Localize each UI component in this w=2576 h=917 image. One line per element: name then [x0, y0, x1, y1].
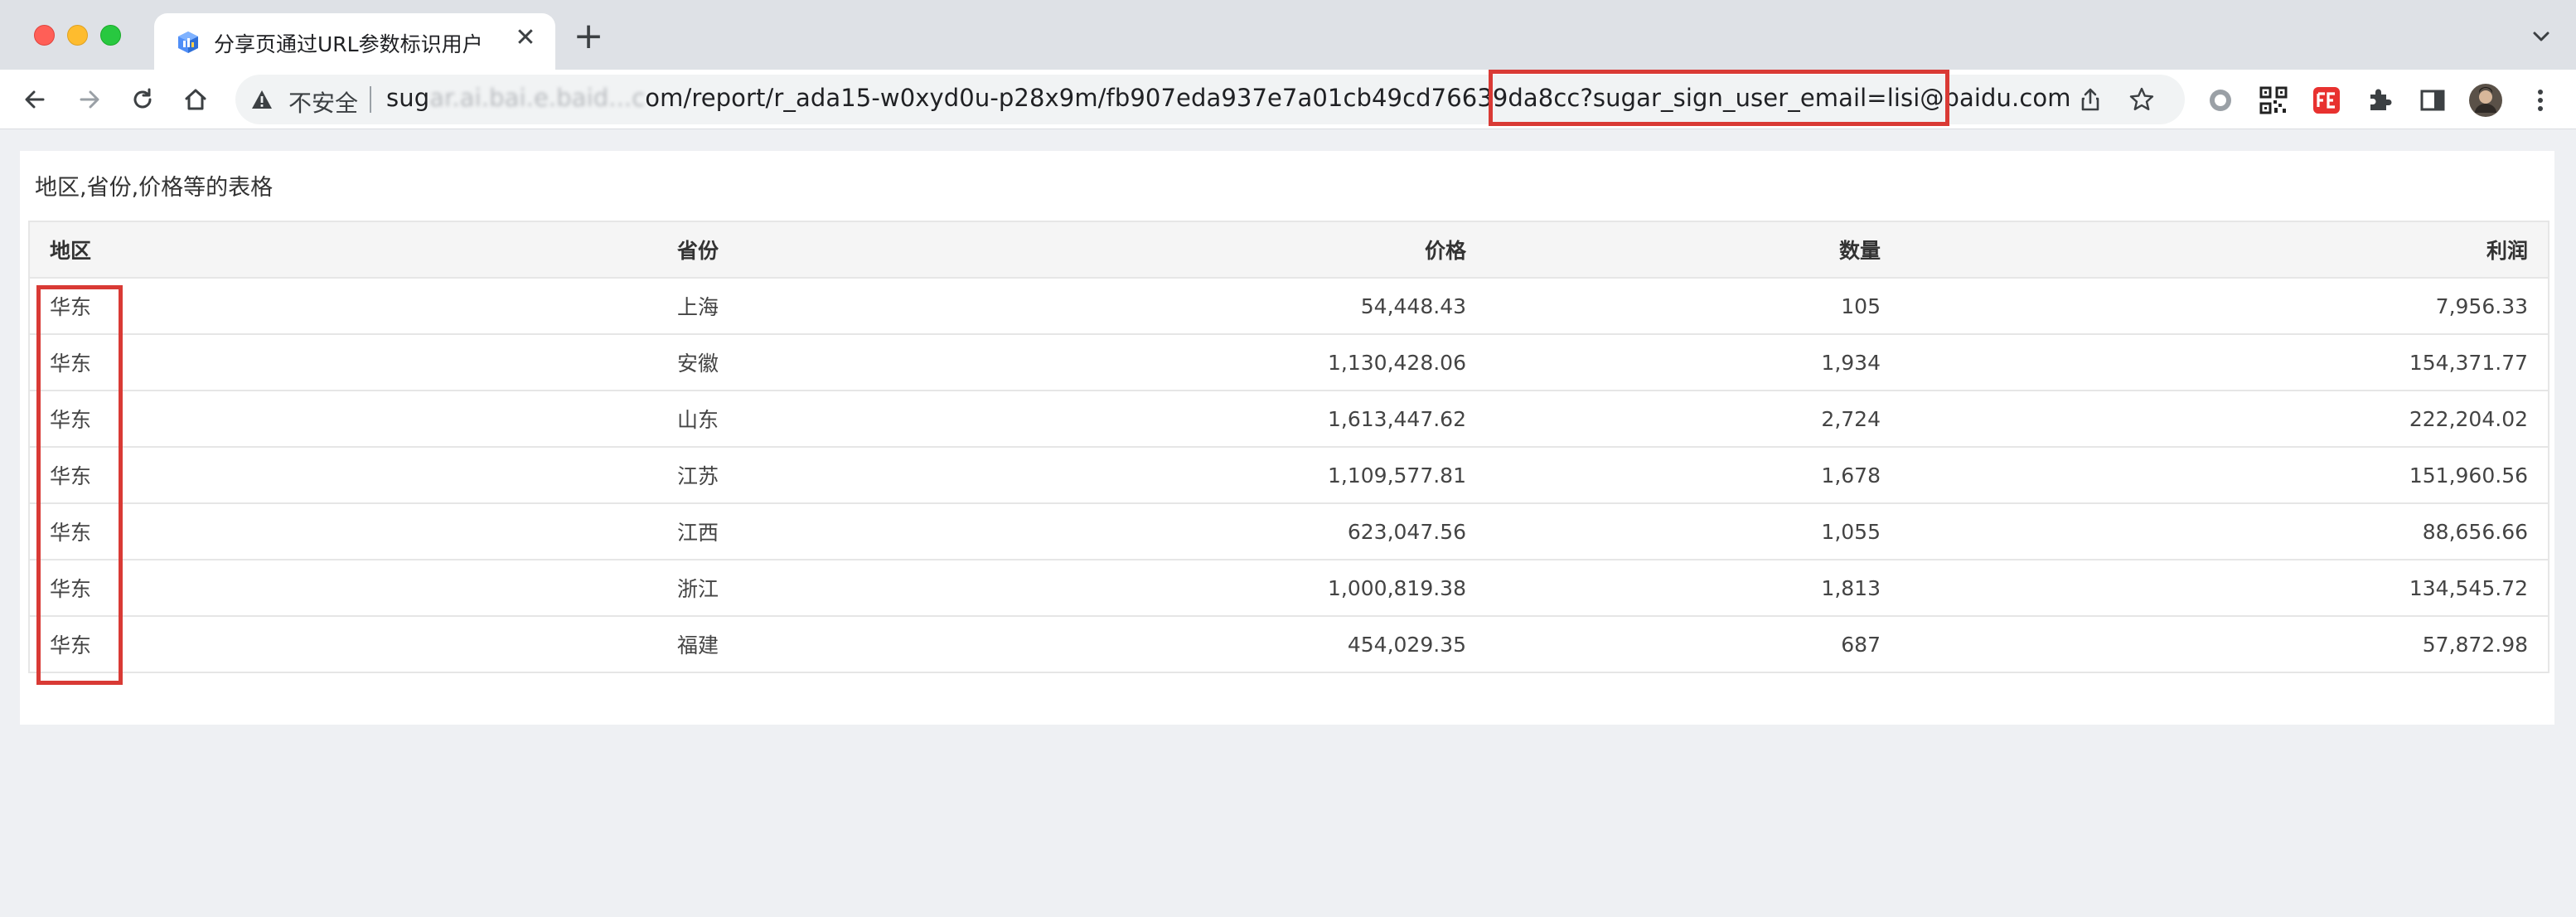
- cell-price: 623,047.56: [906, 503, 1486, 560]
- url-param-highlight-box: [1489, 70, 1949, 126]
- cell-profit: 154,371.77: [1901, 334, 2549, 391]
- cell-province: 浙江: [657, 560, 906, 617]
- url-blurred: ar.ai.bai.e.baid...c: [429, 84, 646, 112]
- cell-region: 华东: [28, 616, 657, 673]
- back-button[interactable]: [18, 83, 51, 116]
- record-extension-icon[interactable]: [2205, 85, 2236, 116]
- cell-profit: 7,956.33: [1901, 278, 2549, 335]
- reload-button[interactable]: [126, 83, 159, 116]
- cell-quantity: 2,724: [1486, 391, 1901, 448]
- window-minimize-button[interactable]: [67, 25, 88, 46]
- table-row: 华东 山东 1,613,447.62 2,724 222,204.02: [28, 391, 2549, 448]
- cell-region: 华东: [28, 503, 657, 560]
- cell-profit: 134,545.72: [1901, 560, 2549, 617]
- fe-helper-icon[interactable]: [2311, 85, 2342, 116]
- table-header-row: 地区 省份 价格 数量 利润: [28, 221, 2549, 279]
- omnibox-divider: [370, 86, 371, 113]
- url-path: om/report/r_ada15-w0xyd0u-p28x9m/fb907ed…: [645, 84, 1581, 112]
- cell-profit: 151,960.56: [1901, 447, 2549, 504]
- report-table: 地区 省份 价格 数量 利润 华东 上海 54,448.43 105 7,956…: [28, 221, 2549, 673]
- cell-profit: 57,872.98: [1901, 616, 2549, 673]
- table-row: 华东 江西 623,047.56 1,055 88,656.66: [28, 503, 2549, 560]
- cell-region: 华东: [28, 334, 657, 391]
- cell-price: 1,109,577.81: [906, 447, 1486, 504]
- puzzle-extensions-icon[interactable]: [2364, 85, 2395, 116]
- cell-province: 上海: [657, 278, 906, 335]
- report-card: 地区,省份,价格等的表格 地区 省份 价格 数量 利润 华东 上海 54,448…: [20, 151, 2554, 725]
- tab-close-icon[interactable]: ✕: [512, 25, 539, 51]
- cell-profit: 88,656.66: [1901, 503, 2549, 560]
- cell-quantity: 1,678: [1486, 447, 1901, 504]
- more-menu-icon[interactable]: [2525, 85, 2556, 116]
- home-icon: [185, 89, 206, 110]
- cell-price: 1,130,428.06: [906, 334, 1486, 391]
- arrow-right-icon: [80, 90, 99, 109]
- sugar-logo-icon: [178, 32, 198, 53]
- share-icon[interactable]: [2077, 86, 2104, 113]
- side-panel-icon[interactable]: [2417, 85, 2448, 116]
- cell-province: 江苏: [657, 447, 906, 504]
- reload-icon: [133, 88, 152, 109]
- home-button[interactable]: [179, 83, 212, 116]
- chevron-down-icon[interactable]: [2528, 23, 2554, 50]
- arrow-left-icon: [25, 90, 45, 109]
- qr-code-icon[interactable]: [2258, 85, 2289, 116]
- table-row: 华东 江苏 1,109,577.81 1,678 151,960.56: [28, 447, 2549, 504]
- insecure-label[interactable]: 不安全: [288, 85, 358, 119]
- browser-toolbar: 不安全 sugar.ai.bai.e.baid...com/report/r_a…: [0, 70, 2576, 129]
- table-row: 华东 福建 454,029.35 687 57,872.98: [28, 616, 2549, 673]
- new-tab-button[interactable]: +: [572, 18, 605, 55]
- window-zoom-button[interactable]: [100, 25, 121, 46]
- cell-region: 华东: [28, 278, 657, 335]
- header-price[interactable]: 价格: [906, 221, 1486, 279]
- warning-icon[interactable]: [250, 88, 274, 111]
- cell-price: 454,029.35: [906, 616, 1486, 673]
- cell-quantity: 1,813: [1486, 560, 1901, 617]
- report-title: 地区,省份,价格等的表格: [35, 175, 274, 201]
- cell-region: 华东: [28, 560, 657, 617]
- region-column-highlight-box: [36, 285, 123, 685]
- header-profit[interactable]: 利润: [1901, 221, 2549, 279]
- table-row: 华东 浙江 1,000,819.38 1,813 134,545.72: [28, 560, 2549, 617]
- table-row: 华东 上海 54,448.43 105 7,956.33: [28, 278, 2549, 335]
- cell-quantity: 687: [1486, 616, 1901, 673]
- cell-price: 1,613,447.62: [906, 391, 1486, 448]
- cell-province: 江西: [657, 503, 906, 560]
- tab-title: 分享页通过URL参数标识用户: [214, 32, 483, 56]
- table-row: 华东 安徽 1,130,428.06 1,934 154,371.77: [28, 334, 2549, 391]
- cell-profit: 222,204.02: [1901, 391, 2549, 448]
- cell-price: 1,000,819.38: [906, 560, 1486, 617]
- url-prefix: sug: [386, 84, 430, 112]
- cell-province: 安徽: [657, 334, 906, 391]
- cell-quantity: 1,055: [1486, 503, 1901, 560]
- cell-price: 54,448.43: [906, 278, 1486, 335]
- tab-strip: 分享页通过URL参数标识用户 ✕ +: [0, 0, 2576, 70]
- forward-button[interactable]: [73, 83, 106, 116]
- cell-quantity: 1,934: [1486, 334, 1901, 391]
- profile-avatar[interactable]: [2468, 83, 2503, 118]
- cell-region: 华东: [28, 391, 657, 448]
- header-quantity[interactable]: 数量: [1486, 221, 1901, 279]
- window-close-button[interactable]: [34, 25, 55, 46]
- active-tab[interactable]: 分享页通过URL参数标识用户 ✕: [154, 13, 555, 70]
- bookmark-star-icon[interactable]: [2128, 86, 2155, 113]
- cell-province: 山东: [657, 391, 906, 448]
- cell-quantity: 105: [1486, 278, 1901, 335]
- header-province[interactable]: 省份: [657, 221, 906, 279]
- cell-region: 华东: [28, 447, 657, 504]
- header-region[interactable]: 地区: [28, 221, 657, 279]
- cell-province: 福建: [657, 616, 906, 673]
